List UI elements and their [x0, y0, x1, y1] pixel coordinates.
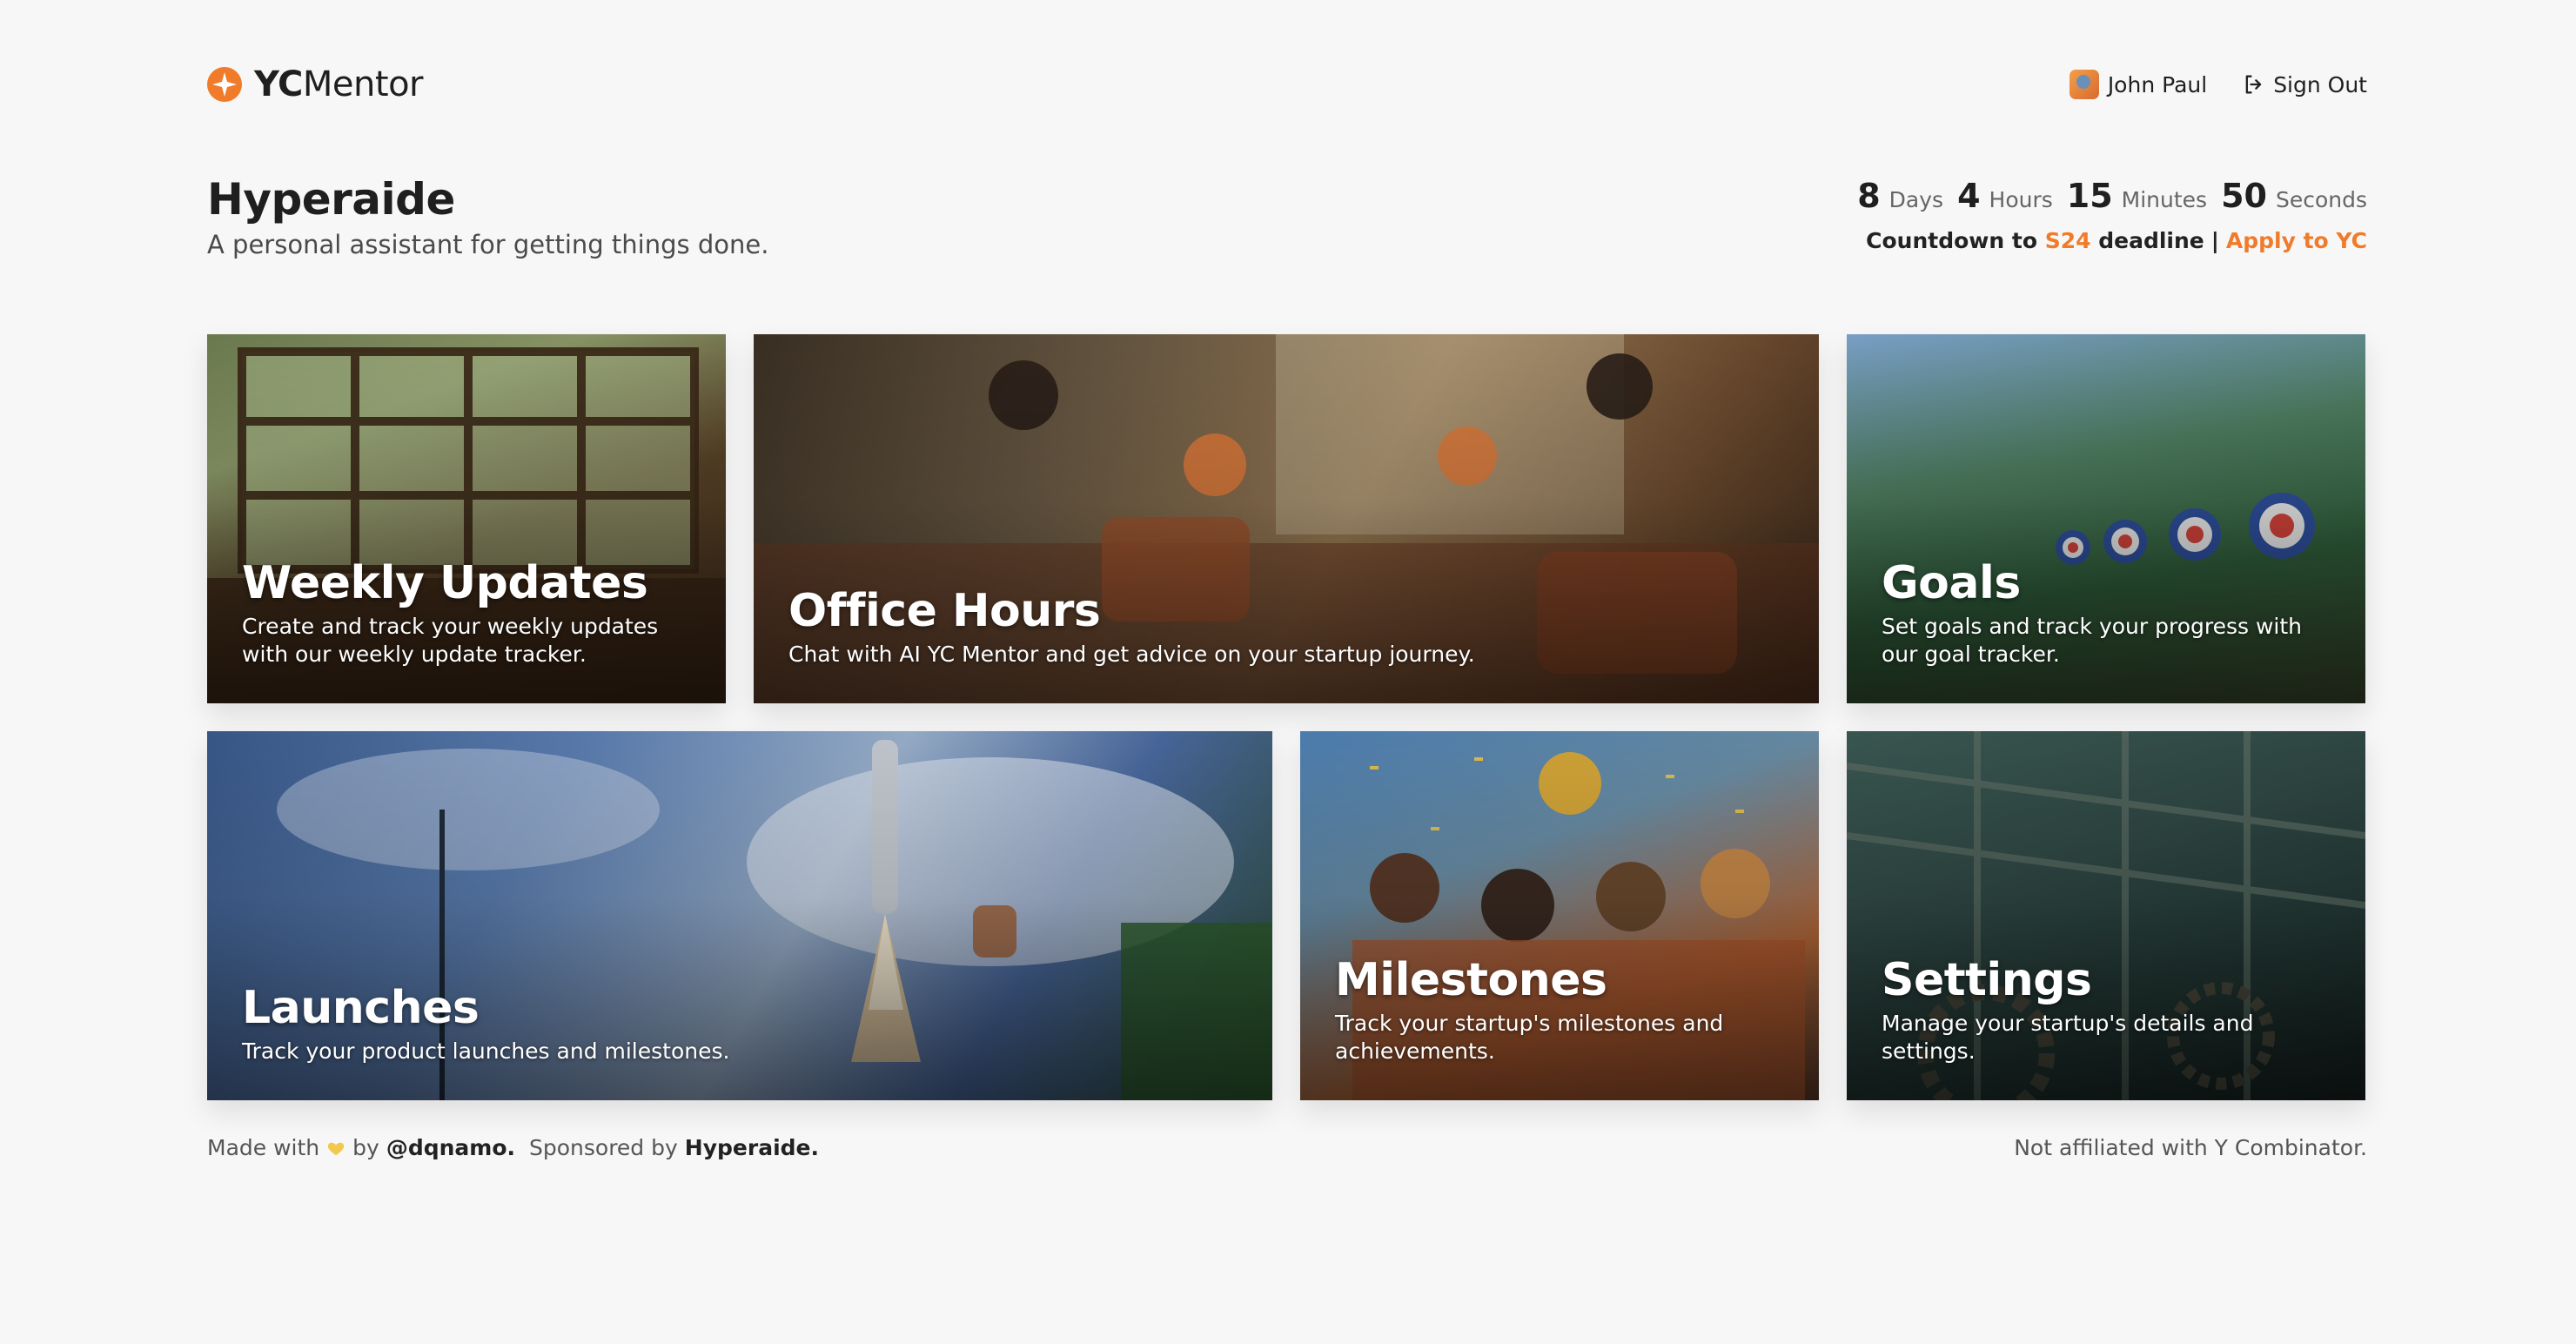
card-text: Settings Manage your startup's details a…	[1882, 954, 2331, 1065]
card-title: Milestones	[1335, 954, 1607, 1006]
by-text: by	[352, 1135, 379, 1160]
deadline-prefix: Countdown to	[1866, 228, 2037, 253]
card-text: Office Hours Chat with AI YC Mentor and …	[788, 585, 1784, 669]
countdown-days-label: Days	[1888, 187, 1944, 212]
card-title: Weekly Updates	[242, 557, 648, 609]
sign-out-label: Sign Out	[2273, 71, 2367, 97]
user-menu: John Paul Sign Out	[2069, 63, 2367, 106]
card-title: Office Hours	[788, 585, 1101, 637]
countdown-hours-label: Hours	[1989, 187, 2053, 212]
signout-icon	[2245, 75, 2262, 94]
page-subtitle: A personal assistant for getting things …	[207, 230, 769, 259]
countdown-minutes: 15	[2066, 177, 2113, 215]
card-weekly-updates[interactable]: Weekly Updates Create and track your wee…	[207, 334, 726, 703]
user-name: John Paul	[2107, 71, 2208, 97]
card-title: Goals	[1882, 557, 2021, 609]
card-goals[interactable]: Goals Set goals and track your progress …	[1847, 334, 2365, 703]
sign-out-button[interactable]: Sign Out	[2207, 72, 2367, 97]
avatar	[2069, 70, 2099, 99]
card-description: Chat with AI YC Mentor and get advice on…	[788, 642, 1475, 667]
apply-to-yc-link[interactable]: Apply to YC	[2226, 228, 2367, 253]
user-profile-button[interactable]: John Paul	[2069, 70, 2208, 99]
brand-logo[interactable]: YCMentor	[207, 63, 423, 106]
deadline-line: Countdown to S24 deadline | Apply to YC	[1866, 228, 2367, 253]
yc-logo-icon	[207, 67, 242, 102]
deadline-suffix: deadline	[2098, 228, 2204, 253]
countdown-timer: 8 Days 4 Hours 15 Minutes 50 Seconds	[1857, 177, 2367, 215]
card-text: Weekly Updates Create and track your wee…	[242, 557, 691, 669]
top-header: YCMentor John Paul Sign Out	[207, 63, 2367, 106]
card-text: Milestones Track your startup's mileston…	[1335, 954, 1784, 1065]
footer-disclaimer: Not affiliated with Y Combinator.	[2014, 1135, 2367, 1160]
sponsor-link[interactable]: Hyperaide.	[685, 1135, 819, 1160]
page-title: Hyperaide	[207, 174, 455, 225]
batch-label: S24	[2044, 228, 2091, 253]
brand-name: YCMentor	[254, 64, 423, 104]
card-launches[interactable]: Launches Track your product launches and…	[207, 731, 1272, 1100]
card-office-hours[interactable]: Office Hours Chat with AI YC Mentor and …	[754, 334, 1819, 703]
made-with-text: Made with	[207, 1135, 320, 1160]
countdown-seconds: 50	[2221, 177, 2267, 215]
card-milestones[interactable]: Milestones Track your startup's mileston…	[1300, 731, 1819, 1100]
card-description: Track your product launches and mileston…	[242, 1038, 730, 1064]
card-text: Launches Track your product launches and…	[242, 982, 1238, 1065]
card-settings[interactable]: Settings Manage your startup's details a…	[1847, 731, 2365, 1100]
countdown-minutes-label: Minutes	[2121, 187, 2208, 212]
author-link[interactable]: @dqnamo.	[386, 1135, 515, 1160]
card-description: Track your startup's milestones and achi…	[1335, 1011, 1724, 1064]
sponsored-by-text: Sponsored by	[529, 1135, 678, 1160]
card-title: Settings	[1882, 954, 2092, 1006]
card-description: Set goals and track your progress with o…	[1882, 614, 2303, 667]
deadline-separator: |	[2210, 228, 2219, 253]
countdown-seconds-label: Seconds	[2275, 187, 2367, 212]
footer-credits: Made with by @dqnamo. Sponsored by Hyper…	[207, 1135, 819, 1160]
heart-icon	[327, 1142, 345, 1155]
card-description: Manage your startup's details and settin…	[1882, 1011, 2254, 1064]
countdown-hours: 4	[1957, 177, 1981, 215]
card-title: Launches	[242, 982, 480, 1034]
countdown-days: 8	[1857, 177, 1881, 215]
card-text: Goals Set goals and track your progress …	[1882, 557, 2331, 669]
card-description: Create and track your weekly updates wit…	[242, 614, 659, 667]
